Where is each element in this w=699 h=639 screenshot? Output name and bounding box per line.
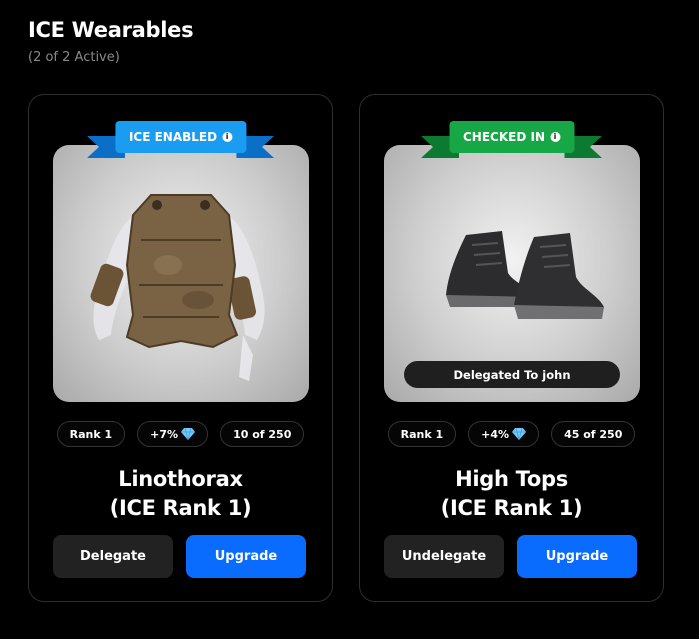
supply-pill: 45 of 250 [551,421,636,447]
diamond-icon [181,428,196,440]
checked-in-badge[interactable]: CHECKED IN i [421,121,574,158]
upgrade-button[interactable]: Upgrade [186,535,306,578]
wearable-name: Linothorax (ICE Rank 1) [29,465,332,523]
ice-enabled-badge[interactable]: ICE ENABLED i [86,121,246,158]
page-subtitle: (2 of 2 Active) [28,50,120,65]
wearable-name: High Tops (ICE Rank 1) [360,465,663,523]
wearable-image: Delegated To john [384,145,640,402]
wearable-name-line1: Linothorax [118,467,243,491]
delegated-status-pill: Delegated To john [404,361,620,388]
supply-pill: 10 of 250 [220,421,305,447]
rank-pill: Rank 1 [387,421,457,447]
leather-armor-icon [90,194,265,381]
wearable-image [53,145,309,402]
info-icon[interactable]: i [550,132,560,142]
wearable-name-line2: (ICE Rank 1) [109,496,252,520]
stats-row: Rank 1 +4% 45 of 250 [360,421,663,447]
stats-row: Rank 1 +7% 10 of 250 [29,421,332,447]
bonus-pill: +7% [137,421,209,447]
upgrade-button[interactable]: Upgrade [517,535,637,578]
rank-pill: Rank 1 [56,421,126,447]
badge-label: ICE ENABLED [128,130,218,144]
diamond-icon [512,428,527,440]
wearable-name-line1: High Tops [455,467,568,491]
info-icon[interactable]: i [222,132,233,142]
delegate-button[interactable]: Delegate [53,535,173,578]
wearable-card-high-tops: CHECKED IN i Delegated To john Rank 1 +4… [359,94,664,602]
undelegate-button[interactable]: Undelegate [384,535,504,578]
page-title: ICE Wearables [28,18,194,42]
wearable-card-linothorax: ICE ENABLED i Rank 1 +7% 10 of 250 Linot… [28,94,333,602]
badge-label: CHECKED IN [463,130,545,144]
wearable-name-line2: (ICE Rank 1) [440,496,583,520]
bonus-pill: +4% [468,421,540,447]
